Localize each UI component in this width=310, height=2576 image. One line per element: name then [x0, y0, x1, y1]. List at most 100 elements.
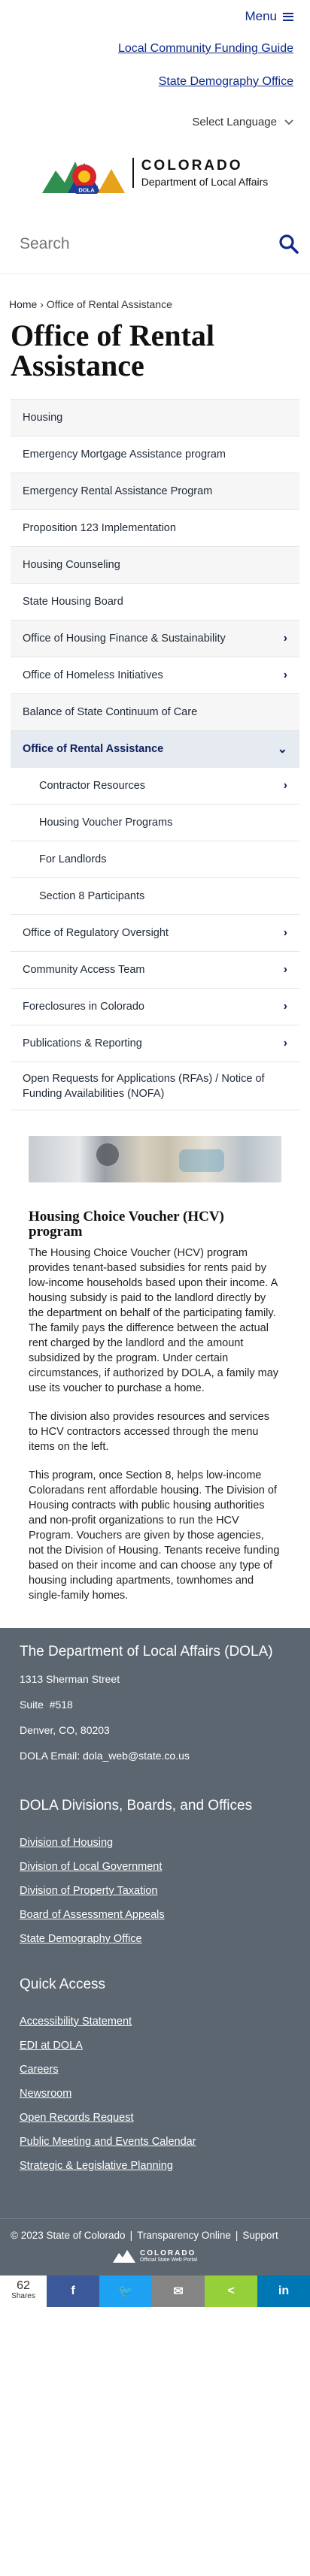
article-paragraph: The Housing Choice Voucher (HCV) program…	[29, 1247, 279, 1394]
footer-link[interactable]: Division of Local Government	[20, 1861, 290, 1873]
nav-item-label: Balance of State Continuum of Care	[23, 706, 198, 718]
footer-support-link[interactable]: Support	[242, 2230, 278, 2241]
nav-item[interactable]: Community Access Team ›	[11, 952, 299, 989]
nav-item[interactable]: For Landlords	[11, 841, 299, 878]
nav-item[interactable]: Balance of State Continuum of Care	[11, 694, 299, 731]
chevron-right-icon[interactable]: ›	[284, 1037, 287, 1050]
nav-item[interactable]: State Housing Board	[11, 584, 299, 621]
facebook-icon: f	[71, 2285, 75, 2297]
footer-link[interactable]: Strategic & Legislative Planning	[20, 2160, 290, 2172]
nav-item[interactable]: Emergency Mortgage Assistance program	[11, 436, 299, 473]
search-icon[interactable]	[278, 234, 299, 255]
footer-link[interactable]: Accessibility Statement	[20, 2016, 290, 2028]
search-input[interactable]	[20, 234, 245, 253]
chevron-right-icon[interactable]: ›	[284, 963, 287, 977]
linkedin-share-button[interactable]: in	[257, 2276, 310, 2307]
nav-item-label: Office of Homeless Initiatives	[23, 669, 163, 681]
nav-item-label: Housing Counseling	[23, 559, 120, 571]
chevron-down-icon	[284, 119, 293, 125]
chevron-right-icon[interactable]: ›	[284, 926, 287, 940]
share-bar: 62 Shares f 🐦 ✉ < in	[0, 2276, 310, 2307]
share-count-number: 62	[17, 2279, 30, 2292]
nav-item[interactable]: Publications & Reporting ›	[11, 1025, 299, 1062]
nav-item-label: Housing Voucher Programs	[39, 817, 173, 829]
nav-item[interactable]: Open Requests for Applications (RFAs) / …	[11, 1062, 299, 1110]
footer-org-title: The Department of Local Affairs (DOLA)	[20, 1644, 273, 1659]
footer-link[interactable]: Public Meeting and Events Calendar	[20, 2136, 290, 2148]
footer-transparency-link[interactable]: Transparency Online	[137, 2230, 231, 2241]
footer-link[interactable]: State Demography Office	[20, 1933, 290, 1945]
chevron-right-icon[interactable]: ›	[284, 1000, 287, 1013]
nav-item[interactable]: Foreclosures in Colorado ›	[11, 989, 299, 1025]
hamburger-icon	[283, 12, 293, 21]
section-nav: Housing Emergency Mortgage Assistance pro…	[11, 399, 299, 1110]
logo-text: COLORADO Department of Local Affairs	[132, 158, 268, 188]
breadcrumb-home[interactable]: Home	[9, 298, 37, 310]
logo-badge: DOLA	[78, 187, 95, 194]
site-logo[interactable]: DOLA COLORADO Department of Local Affair…	[0, 131, 310, 214]
footer-email-row: DOLA Email: dola_web@state.co.us	[20, 1750, 290, 1762]
nav-item[interactable]: Office of Housing Finance & Sustainabili…	[11, 621, 299, 657]
facebook-share-button[interactable]: f	[47, 2276, 99, 2307]
nav-item[interactable]: Contractor Resources ›	[11, 768, 299, 805]
footer-divisions-list: Division of Housing Division of Local Go…	[20, 1837, 290, 1945]
footer-link[interactable]: Board of Assessment Appeals	[20, 1909, 290, 1921]
nav-item[interactable]: Office of Homeless Initiatives ›	[11, 657, 299, 694]
article-paragraph: The division also provides resources and…	[29, 1411, 269, 1453]
menu-label: Menu	[245, 9, 277, 23]
language-select[interactable]: Select Language	[192, 116, 293, 128]
footer-link[interactable]: Careers	[20, 2064, 290, 2076]
footer-link[interactable]: Open Records Request	[20, 2112, 290, 2124]
menu-button[interactable]: Menu	[245, 9, 293, 24]
chevron-right-icon[interactable]: ›	[284, 669, 287, 682]
util-link-funding-guide[interactable]: Local Community Funding Guide	[118, 42, 293, 56]
nav-item-label: Office of Rental Assistance	[23, 743, 164, 755]
nav-item[interactable]: Housing Voucher Programs	[11, 805, 299, 841]
colorado-portal-icon	[113, 2250, 135, 2263]
nav-item-label: For Landlords	[39, 853, 107, 865]
nav-item[interactable]: Emergency Rental Assistance Program	[11, 473, 299, 510]
share-count: 62 Shares	[0, 2276, 47, 2307]
site-footer: The Department of Local Affairs (DOLA) 1…	[0, 1628, 310, 2307]
state-portal-logo[interactable]: COLORADO Official State Web Portal	[11, 2248, 299, 2276]
share-share-button[interactable]: <	[205, 2276, 257, 2307]
util-link-demography[interactable]: State Demography Office	[159, 75, 293, 89]
footer-email-link[interactable]: dola_web@state.co.us	[83, 1750, 190, 1762]
breadcrumb: Home › Office of Rental Assistance	[0, 274, 310, 310]
email-share-button[interactable]: ✉	[152, 2276, 205, 2307]
footer-link[interactable]: Division of Property Taxation	[20, 1885, 290, 1897]
nav-item-label: Section 8 Participants	[39, 890, 145, 902]
portal-logo-line2: Official State Web Portal	[140, 2257, 197, 2263]
nav-item[interactable]: Office of Rental Assistance ⌄	[11, 731, 299, 768]
article-heading: Housing Choice Voucher (HCV) program	[29, 1209, 224, 1240]
nav-item-label: Publications & Reporting	[23, 1037, 142, 1049]
logo-state: COLORADO	[141, 158, 243, 174]
footer-link[interactable]: EDI at DOLA	[20, 2040, 290, 2052]
footer-divisions-heading: DOLA Divisions, Boards, and Offices	[20, 1798, 253, 1813]
chevron-down-icon[interactable]: ⌄	[278, 741, 287, 756]
chevron-right-icon[interactable]: ›	[284, 632, 287, 645]
nav-item-label: Contractor Resources	[39, 780, 146, 792]
nav-item-label: Proposition 123 Implementation	[23, 522, 176, 534]
twitter-icon: 🐦	[118, 2285, 133, 2298]
nav-item-label: Office of Regulatory Oversight	[23, 927, 169, 939]
footer-link[interactable]: Newsroom	[20, 2088, 290, 2100]
nav-item[interactable]: Office of Regulatory Oversight ›	[11, 915, 299, 952]
article: Housing Choice Voucher (HCV) program The…	[0, 1182, 310, 1603]
nav-item[interactable]: Housing Counseling	[11, 547, 299, 584]
footer-copyright: © 2023 State of Colorado	[11, 2230, 126, 2241]
breadcrumb-separator: ›	[40, 298, 44, 310]
footer-address-suite: Suite #518	[20, 1699, 73, 1711]
utility-bar: Menu Local Community Funding Guide State…	[0, 0, 310, 128]
nav-item[interactable]: Proposition 123 Implementation	[11, 510, 299, 547]
nav-item-label: Foreclosures in Colorado	[23, 1001, 144, 1013]
twitter-share-button[interactable]: 🐦	[99, 2276, 152, 2307]
nav-item-label: Housing	[23, 412, 63, 424]
chevron-right-icon[interactable]: ›	[284, 779, 287, 793]
article-paragraph: This program, once Section 8, helps low-…	[29, 1469, 280, 1602]
nav-item[interactable]: Housing	[11, 400, 299, 436]
nav-item[interactable]: Section 8 Participants	[11, 878, 299, 915]
footer-link[interactable]: Division of Housing	[20, 1837, 290, 1849]
nav-item-label: Emergency Mortgage Assistance program	[23, 448, 226, 461]
photo-detail	[96, 1143, 119, 1166]
